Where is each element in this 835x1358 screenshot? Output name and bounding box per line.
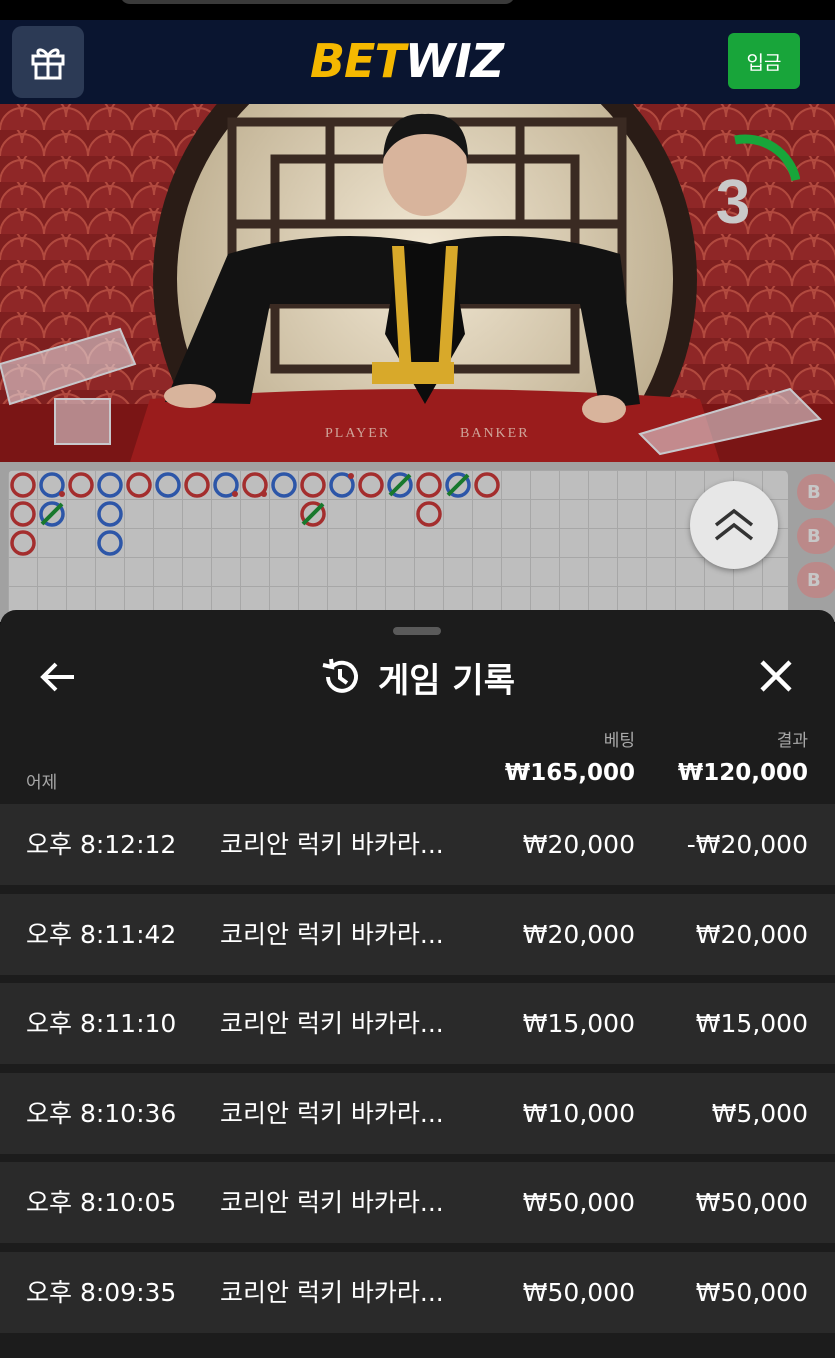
history-row[interactable]: 오후 8:11:10 코리안 럭키 바카라... ₩15,000 ₩15,000 <box>0 983 835 1064</box>
row-game: 코리안 럭키 바카라... <box>220 919 444 949</box>
deposit-button[interactable]: 입금 <box>728 33 800 89</box>
history-row[interactable]: 오후 8:09:35 코리안 럭키 바카라... ₩50,000 ₩50,000 <box>0 1251 835 1333</box>
history-row[interactable]: 오후 8:11:42 코리안 럭키 바카라... ₩20,000 ₩20,000 <box>0 893 835 975</box>
row-bet: ₩20,000 <box>522 830 635 859</box>
row-game: 코리안 럭키 바카라... <box>220 1098 444 1128</box>
row-bet: ₩20,000 <box>522 919 635 949</box>
sheet-header: 게임 기록 <box>0 652 835 702</box>
row-bet: ₩50,000 <box>522 1277 635 1307</box>
top-bar: BETWIZ 입금 <box>0 20 835 104</box>
total-bet: ₩165,000 <box>504 760 635 786</box>
countdown-number: 3 <box>715 168 751 237</box>
row-time: 오후 8:10:36 <box>26 1098 177 1128</box>
sheet-title: 게임 기록 <box>378 660 515 701</box>
logo-bet-text: BET <box>310 34 406 88</box>
row-game: 코리안 럭키 바카라... <box>220 830 444 859</box>
camera-notch <box>120 0 515 4</box>
logo-wiz-text: WIZ <box>404 34 504 88</box>
total-result: ₩120,000 <box>677 760 808 786</box>
row-time: 오후 8:11:10 <box>26 1009 177 1038</box>
row-time: 오후 8:10:05 <box>26 1188 177 1217</box>
row-result: ₩50,000 <box>695 1277 808 1307</box>
chevron-double-up-icon <box>714 508 754 541</box>
row-result: ₩20,000 <box>695 919 808 949</box>
row-bet: ₩10,000 <box>522 1098 635 1128</box>
table-label-banker: BANKER <box>460 426 530 441</box>
history-row[interactable]: 오후 8:10:36 코리안 럭키 바카라... ₩10,000 ₩5,000 <box>0 1072 835 1154</box>
row-time: 오후 8:12:12 <box>26 830 177 859</box>
history-list: 오후 8:12:12 코리안 럭키 바카라... ₩20,000 -₩20,00… <box>0 804 835 1341</box>
betwiz-logo[interactable]: BETWIZ <box>310 34 504 88</box>
result-column-header: 결과 <box>776 731 808 751</box>
row-time: 오후 8:09:35 <box>26 1277 177 1307</box>
history-icon <box>322 658 358 693</box>
close-icon[interactable] <box>758 658 794 694</box>
gift-icon <box>31 48 65 80</box>
gift-button[interactable] <box>12 26 84 98</box>
history-row[interactable]: 오후 8:10:05 코리안 럭키 바카라... ₩50,000 ₩50,000 <box>0 1162 835 1243</box>
row-game: 코리안 럭키 바카라... <box>220 1009 444 1038</box>
row-game: 코리안 럭키 바카라... <box>220 1188 444 1217</box>
row-result: ₩5,000 <box>711 1098 808 1128</box>
table-label-player: PLAYER <box>325 426 390 441</box>
bet-column-header: 베팅 <box>603 731 635 751</box>
row-bet: ₩15,000 <box>522 1009 635 1038</box>
expand-roadmap-button[interactable] <box>690 481 778 569</box>
row-time: 오후 8:11:42 <box>26 919 177 949</box>
row-result: ₩15,000 <box>695 1009 808 1038</box>
date-group-label: 어제 <box>26 773 58 793</box>
row-game: 코리안 럭키 바카라... <box>220 1277 444 1307</box>
sheet-drag-handle[interactable] <box>393 627 441 635</box>
status-bar <box>0 0 835 20</box>
row-bet: ₩50,000 <box>522 1188 635 1217</box>
row-result: -₩20,000 <box>686 830 808 859</box>
game-history-sheet: 게임 기록 베팅 결과 어제 ₩165,000 ₩120,000 오후 8:12… <box>0 610 835 1358</box>
history-row[interactable]: 오후 8:12:12 코리안 럭키 바카라... ₩20,000 -₩20,00… <box>0 804 835 885</box>
row-result: ₩50,000 <box>695 1188 808 1217</box>
